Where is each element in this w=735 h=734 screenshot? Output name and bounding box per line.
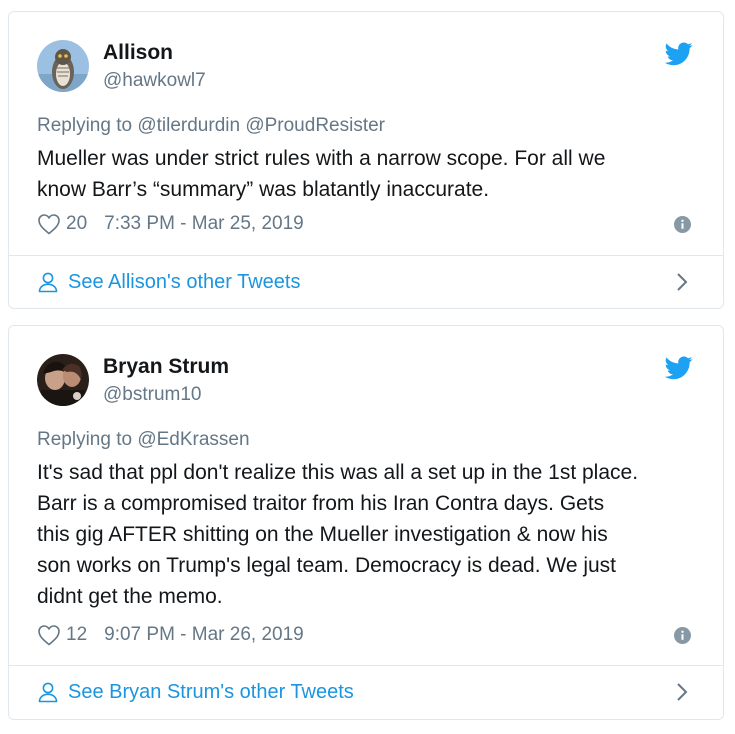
person-photo-avatar-icon xyxy=(37,354,89,406)
replying-to[interactable]: Replying to @tilerdurdin @ProudResister xyxy=(37,115,385,137)
chevron-right-icon[interactable] xyxy=(675,272,689,292)
replying-to[interactable]: Replying to @EdKrassen xyxy=(37,429,250,451)
tweet-text: It's sad that ppl don't realize this was… xyxy=(37,461,639,608)
tweet-meta: 12 9:07 PM - Mar 26, 2019 xyxy=(37,623,304,647)
author-name[interactable]: Bryan Strum xyxy=(103,355,229,379)
heart-icon[interactable] xyxy=(37,624,61,646)
tweet-text: Mueller was under strict rules with a na… xyxy=(37,147,606,201)
see-other-tweets-label[interactable]: See Allison's other Tweets xyxy=(68,271,300,294)
info-icon[interactable] xyxy=(674,627,691,644)
see-other-tweets-link[interactable]: See Bryan Strum's other Tweets xyxy=(37,677,695,707)
see-other-tweets-link[interactable]: See Allison's other Tweets xyxy=(37,267,695,297)
like-count: 20 xyxy=(66,213,88,234)
tweet-meta: 20 7:33 PM - Mar 25, 2019 xyxy=(37,212,304,236)
divider xyxy=(9,255,723,256)
divider xyxy=(9,665,723,666)
author-handle[interactable]: @bstrum10 xyxy=(103,384,202,406)
twitter-bird-icon[interactable] xyxy=(665,356,693,380)
person-icon xyxy=(38,682,58,703)
owl-avatar-icon xyxy=(37,40,89,92)
tweet-card[interactable]: Allison @hawkowl7 Replying to @tilerdurd… xyxy=(8,11,724,309)
author-handle[interactable]: @hawkowl7 xyxy=(103,70,206,92)
person-icon xyxy=(38,272,58,293)
timestamp[interactable]: 7:33 PM - Mar 25, 2019 xyxy=(104,213,304,235)
see-other-tweets-label[interactable]: See Bryan Strum's other Tweets xyxy=(68,681,354,704)
heart-icon[interactable] xyxy=(37,213,61,235)
timestamp[interactable]: 9:07 PM - Mar 26, 2019 xyxy=(104,624,304,646)
avatar[interactable] xyxy=(37,40,89,92)
twitter-bird-icon[interactable] xyxy=(665,42,693,66)
like-count: 12 xyxy=(66,624,88,645)
author-name[interactable]: Allison xyxy=(103,41,173,65)
info-icon[interactable] xyxy=(674,216,691,233)
chevron-right-icon[interactable] xyxy=(675,682,689,702)
avatar[interactable] xyxy=(37,354,89,406)
tweet-card[interactable]: Bryan Strum @bstrum10 Replying to @EdKra… xyxy=(8,325,724,720)
